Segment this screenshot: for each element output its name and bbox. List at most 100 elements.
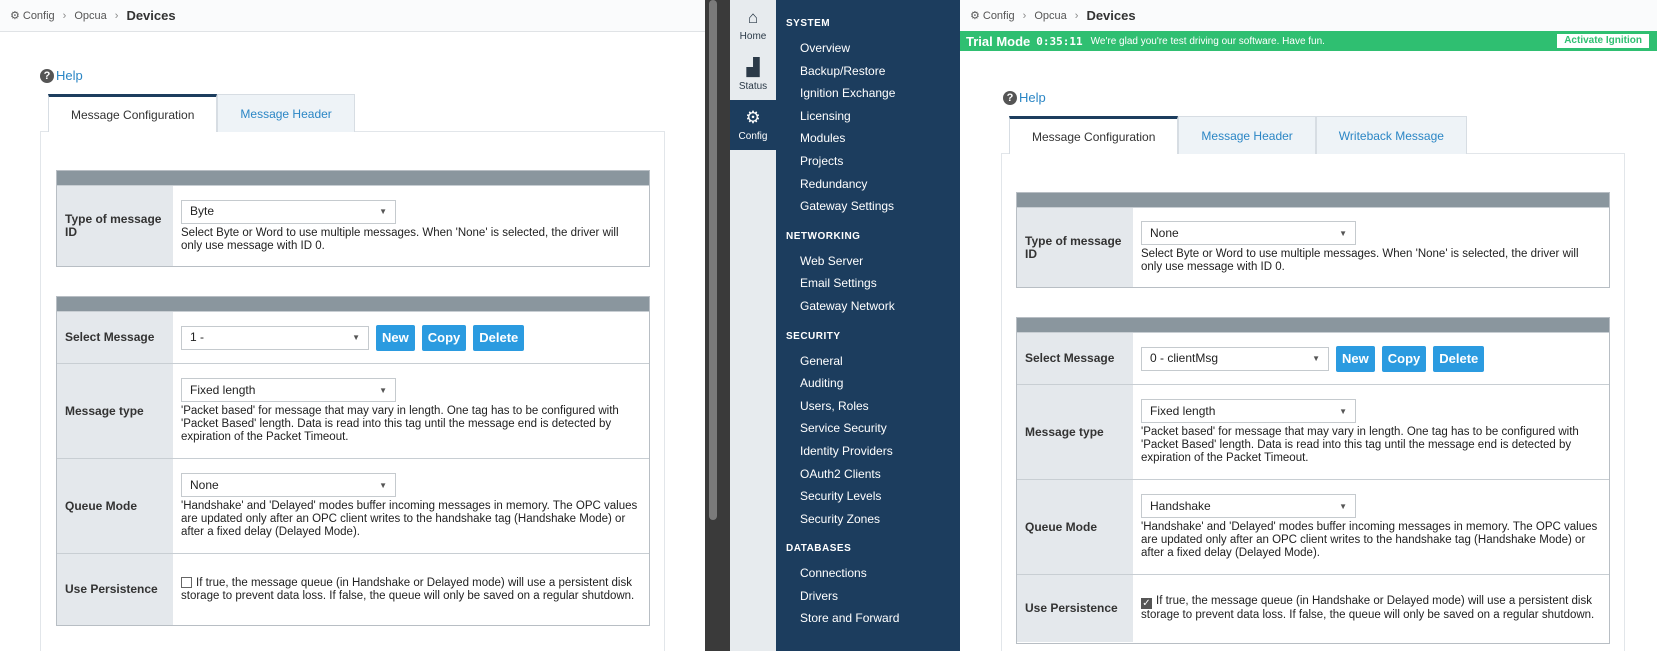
gear-icon: ⚙ [10,10,20,22]
sidebar-item-general[interactable]: General [776,349,960,372]
config-sidebar: SYSTEM Overview Backup/Restore Ignition Ex… [776,0,960,651]
breadcrumb-current: Devices [126,8,176,23]
queue-mode-help: 'Handshake' and 'Delayed' modes buffer i… [1141,521,1598,559]
tab-message-configuration[interactable]: Message Configuration [1009,116,1179,154]
sidebar-item-overview[interactable]: Overview [776,36,960,59]
message-type-select[interactable]: Fixed length ▼ [181,378,396,402]
row-use-persistence: Use Persistence If true, the message que… [57,553,649,625]
row-body: If true, the message queue (in Handshake… [173,554,649,625]
left-window: ⚙ Config › Opcua › Devices ? Help Messag… [0,0,705,651]
row-body: Byte ▼ Select Byte or Word to use multipl… [173,186,649,266]
new-button[interactable]: New [1336,345,1375,372]
chevron-down-icon: ▼ [1312,354,1320,363]
tab-message-header[interactable]: Message Header [1178,116,1316,154]
chevron-right-icon: › [114,9,119,22]
right-window: ⌂ Home ▟ Status ⚙ Config SYSTEM Overview… [730,0,1657,651]
tab-message-configuration[interactable]: Message Configuration [48,94,218,132]
message-type-help: 'Packet based' for message that may vary… [181,405,619,443]
copy-button[interactable]: Copy [1381,345,1427,372]
sidebar-item-service-security[interactable]: Service Security [776,416,960,439]
row-label: Use Persistence [57,554,173,625]
breadcrumb-config[interactable]: Config [983,10,1015,22]
rail-item-status[interactable]: ▟ Status [730,50,776,100]
rail-item-config[interactable]: ⚙ Config [730,100,776,150]
row-body: Handshake ▼ 'Handshake' and 'Delayed' mod… [1133,480,1609,574]
message-id-section: Type of message ID None ▼ Select Byte or W… [1016,192,1610,288]
rail-item-home[interactable]: ⌂ Home [730,0,776,50]
type-of-message-id-help: Select Byte or Word to use multiple mess… [1141,248,1579,273]
nav-section-system: SYSTEM [786,18,831,29]
new-button[interactable]: New [376,324,415,351]
row-label: Select Message [1017,333,1133,384]
icon-rail: ⌂ Home ▟ Status ⚙ Config [730,0,776,651]
sidebar-item-auditing[interactable]: Auditing [776,371,960,394]
chevron-down-icon: ▼ [1339,501,1347,511]
activate-ignition-button[interactable]: Activate Ignition [1557,34,1649,48]
help-link[interactable]: ? Help [40,68,83,83]
help-icon: ? [1003,90,1017,105]
help-link[interactable]: ? Help [1003,90,1046,105]
sidebar-item-redundancy[interactable]: Redundancy [776,172,960,195]
breadcrumb-opcua[interactable]: Opcua [1034,10,1066,22]
type-of-message-id-select[interactable]: None ▼ [1141,221,1356,245]
row-body: Fixed length ▼ 'Packet based' for message… [1133,385,1609,479]
type-of-message-id-select[interactable]: Byte ▼ [181,199,396,224]
sidebar-item-projects[interactable]: Projects [776,149,960,172]
scrollbar-thumb[interactable] [709,0,717,520]
row-body: Fixed length ▼ 'Packet based' for message… [173,364,649,458]
row-label: Queue Mode [1017,480,1133,574]
nav-section-networking: NETWORKING [786,230,861,242]
row-body: None ▼ Select Byte or Word to use multipl… [1133,208,1609,287]
right-header: ⚙ Config › Opcua › Devices [960,0,1657,32]
section-header [1017,193,1609,207]
sidebar-item-backup-restore[interactable]: Backup/Restore [776,59,960,82]
row-body: ✓ If true, the message queue (in Handshak… [1133,575,1609,642]
breadcrumb: ⚙ Config › Opcua › Devices [960,0,1657,32]
breadcrumb-config[interactable]: Config [23,10,55,22]
queue-mode-select[interactable]: None ▼ [181,473,396,497]
queue-mode-select[interactable]: Handshake ▼ [1141,494,1356,518]
sidebar-item-users-roles[interactable]: Users, Roles [776,394,960,417]
help-icon: ? [40,68,54,83]
breadcrumb: ⚙ Config › Opcua › Devices [0,0,705,32]
tab-message-header[interactable]: Message Header [217,94,355,132]
row-label: Message type [57,364,173,458]
tab-writeback-message[interactable]: Writeback Message [1315,116,1467,154]
chevron-right-icon: › [1022,9,1027,22]
row-use-persistence: Use Persistence ✓ If true, the message qu… [1017,574,1609,642]
message-section: Select Message 0 - clientMsg ▼ New Copy D… [1016,317,1610,644]
trial-timer: 0:35:11 [1036,34,1083,48]
row-body: 0 - clientMsg ▼ New Copy Delete [1133,333,1609,384]
copy-button[interactable]: Copy [421,324,467,351]
delete-button[interactable]: Delete [473,324,525,351]
sidebar-item-ignition-exchange[interactable]: Ignition Exchange [776,81,960,104]
chevron-down-icon: ▼ [379,385,387,395]
sidebar-item-gateway-settings[interactable]: Gateway Settings [776,194,960,217]
sidebar-item-gateway-network[interactable]: Gateway Network [776,294,960,317]
row-select-message: Select Message 0 - clientMsg ▼ New Copy D… [1017,332,1609,384]
message-type-select[interactable]: Fixed length ▼ [1141,399,1356,423]
sidebar-item-identity-providers[interactable]: Identity Providers [776,439,960,462]
chevron-right-icon: › [1074,9,1079,22]
delete-button[interactable]: Delete [1433,345,1485,372]
use-persistence-checkbox[interactable]: ✓ [1141,598,1152,609]
sidebar-item-drivers[interactable]: Drivers [776,584,960,607]
gear-icon: ⚙ [970,10,980,22]
sidebar-item-security-zones[interactable]: Security Zones [776,507,960,530]
select-message-select[interactable]: 0 - clientMsg ▼ [1141,346,1329,371]
sidebar-item-modules[interactable]: Modules [776,126,960,149]
use-persistence-checkbox[interactable] [181,576,192,588]
row-type-of-message-id: Type of message ID Byte ▼ Select Byte or W… [57,185,649,266]
sidebar-item-security-levels[interactable]: Security Levels [776,484,960,507]
sidebar-item-email-settings[interactable]: Email Settings [776,271,960,294]
sidebar-item-web-server[interactable]: Web Server [776,249,960,272]
sidebar-item-oauth2-clients[interactable]: OAuth2 Clients [776,462,960,485]
sidebar-item-licensing[interactable]: Licensing [776,104,960,127]
breadcrumb-opcua[interactable]: Opcua [74,10,106,22]
sidebar-item-store-and-forward[interactable]: Store and Forward [776,606,960,629]
sidebar-item-connections[interactable]: Connections [776,561,960,584]
tab-bar: Message Configuration Message Header [48,94,355,132]
breadcrumb-current: Devices [1086,8,1136,23]
row-body: None ▼ 'Handshake' and 'Delayed' modes bu… [173,459,649,553]
select-message-select[interactable]: 1 - ▼ [181,325,369,350]
